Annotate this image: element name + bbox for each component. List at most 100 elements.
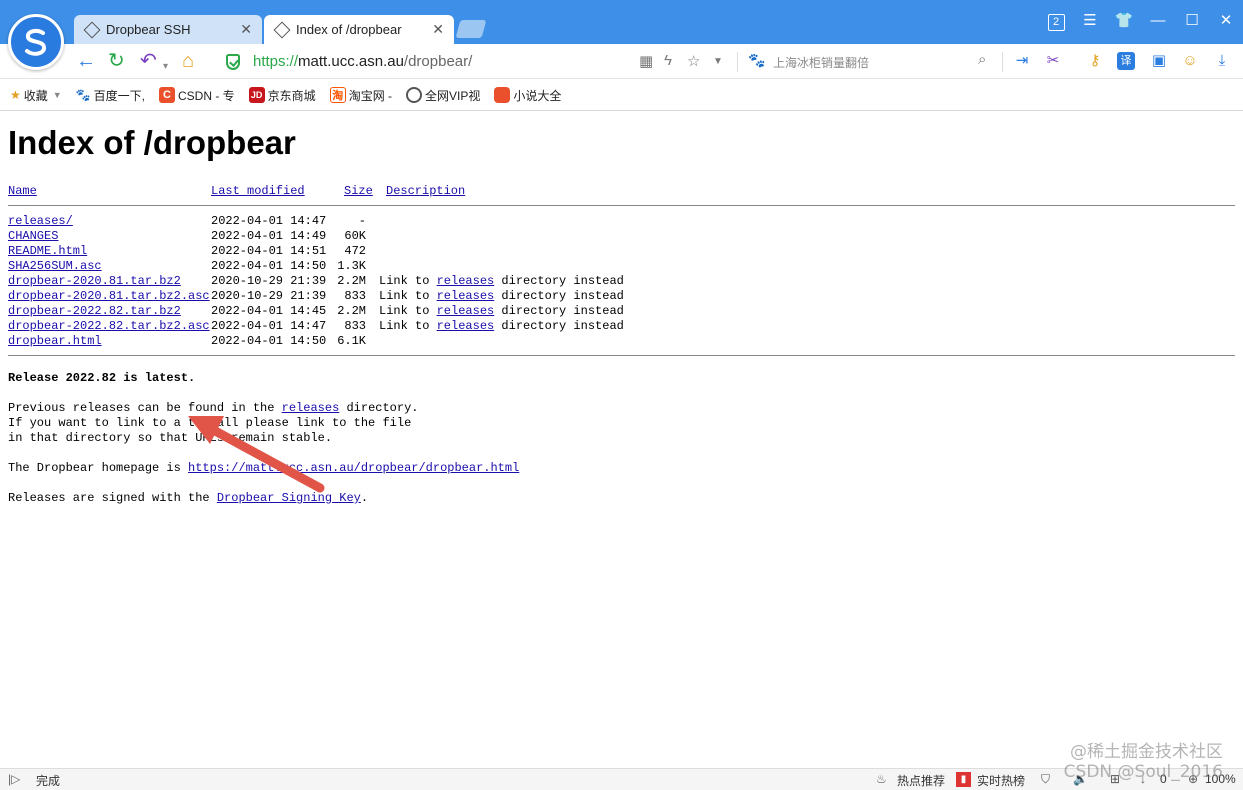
csdn-icon: C [159, 87, 175, 103]
last-modified-cell: 2022-04-01 14:50 [211, 334, 327, 348]
releases-link[interactable]: releases [437, 274, 495, 288]
annotation-arrow [188, 416, 325, 493]
file-link[interactable]: dropbear.html [8, 334, 102, 348]
qr-code-icon[interactable]: ▦ [639, 52, 653, 70]
site-favicon-icon [83, 21, 101, 38]
file-link[interactable]: dropbear-2022.82.tar.bz2 [8, 304, 181, 318]
size-cell: 2.2M [337, 274, 366, 288]
maximize-button[interactable]: ☐ [1175, 10, 1209, 32]
minimize-button[interactable]: — [1141, 10, 1175, 32]
play-icon [406, 87, 423, 103]
divider [737, 52, 738, 72]
file-link[interactable]: releases/ [8, 214, 73, 228]
download-icon[interactable]: ⤓ [1213, 52, 1231, 70]
bookmark-vip-video[interactable]: 全网VIP视 [406, 87, 480, 104]
undo-close-icon[interactable]: ↶ [140, 50, 157, 72]
last-modified-cell: 2020-10-29 21:39 [211, 274, 327, 288]
star-icon[interactable]: ☆ [687, 52, 700, 70]
watermark: @稀土掘金技术社区 CSDN @Soul_2016 [1063, 742, 1223, 782]
site-favicon-icon [273, 21, 291, 38]
tab-label: Index of /dropbear [296, 22, 402, 37]
column-header-size[interactable]: Size [344, 184, 373, 198]
window-controls: 2 ☰ 👕 — ☐ ✕ [1039, 10, 1243, 32]
tab-count-button[interactable]: 2 [1039, 10, 1073, 32]
latest-release-text: Release 2022.82 is latest. [8, 371, 196, 385]
releases-link[interactable]: releases [437, 304, 495, 318]
address-toolbar: ← ↻ ↶ ▾ ⌂ https://matt.ucc.asn.au/dropbe… [0, 44, 1243, 79]
secure-shield-icon[interactable] [226, 54, 240, 70]
chevron-down-icon[interactable]: ▾ [163, 56, 168, 78]
divider [1002, 52, 1003, 72]
back-arrow-icon[interactable]: ← [76, 50, 96, 72]
releases-link[interactable]: releases [437, 289, 495, 303]
jd-icon: JD [248, 87, 265, 103]
table-row: dropbear-2020.81.tar.bz2 2020-10-29 21:39… [0, 274, 700, 289]
translate-icon[interactable]: 译 [1117, 52, 1135, 70]
search-input[interactable]: 上海冰柜销量翻倍 [773, 54, 869, 71]
baidu-paw-icon: 🐾 [75, 88, 91, 102]
file-link[interactable]: dropbear-2020.81.tar.bz2.asc [8, 289, 210, 303]
description-cell: Link to releases directory instead [379, 304, 624, 318]
bookmarks-bar: ★ 收藏 ▼ 🐾 百度一下, C CSDN - 专 JD 京东商城 淘淘宝网 - 全网VI… [0, 80, 1243, 111]
refresh-icon[interactable]: ↻ [108, 50, 125, 72]
tab-dropbear-ssh[interactable]: Dropbear SSH ✕ [74, 15, 262, 44]
file-link[interactable]: SHA256SUM.asc [8, 259, 102, 273]
login-icon[interactable]: ⇥ [1013, 52, 1031, 70]
close-tab-icon[interactable]: ✕ [432, 21, 444, 38]
scissors-icon[interactable]: ✂ [1044, 52, 1062, 70]
table-row: README.html 2022-04-01 14:51 472 [0, 244, 700, 259]
column-header-last-modified[interactable]: Last modified [211, 184, 305, 198]
file-link[interactable]: dropbear-2020.81.tar.bz2 [8, 274, 181, 288]
file-link[interactable]: README.html [8, 244, 87, 258]
shield-icon[interactable]: ⛉ [1041, 772, 1050, 787]
key-icon[interactable]: ⚷ [1086, 52, 1104, 70]
new-tab-button[interactable] [455, 20, 487, 38]
home-icon[interactable]: ⌂ [182, 50, 194, 72]
size-cell: 2.2M [337, 304, 366, 318]
bookmark-baidu[interactable]: 🐾 百度一下, [76, 87, 145, 104]
emoji-icon[interactable]: ☺ [1181, 52, 1199, 70]
file-link[interactable]: CHANGES [8, 229, 58, 243]
chevron-down-icon[interactable]: ▼ [713, 56, 723, 67]
skin-icon[interactable]: 👕 [1107, 10, 1141, 32]
size-cell: 1.3K [337, 259, 366, 273]
lightning-icon[interactable]: ϟ [664, 52, 672, 69]
table-row: releases/2022-04-01 14:47 - [0, 214, 700, 229]
realtime-hot-link[interactable]: 实时热榜 [977, 772, 1025, 789]
description-cell: Link to releases directory instead [379, 274, 624, 288]
hot-recommend-link[interactable]: 热点推荐 [897, 772, 945, 789]
close-tab-icon[interactable]: ✕ [240, 21, 252, 38]
sidebar-toggle-icon[interactable]: |▷ [8, 772, 20, 786]
description-cell: Link to releases directory instead [379, 319, 624, 333]
tab-index-of-dropbear[interactable]: Index of /dropbear ✕ [264, 15, 454, 44]
close-window-button[interactable]: ✕ [1209, 10, 1243, 32]
table-row: dropbear-2020.81.tar.bz2.asc 2020-10-29 2… [0, 289, 700, 304]
bookmark-favorites[interactable]: ★ 收藏 ▼ [10, 87, 62, 104]
status-bar: |▷ 完成 ♨ 热点推荐 ▮ 实时热榜 ⛉ 🔈 ⊞ ↓ 0 ⊕ 100% [0, 768, 1243, 790]
bookmark-novels[interactable]: 小说大全 [494, 87, 561, 104]
menu-icon[interactable]: ☰ [1073, 10, 1107, 32]
releases-link[interactable]: releases [437, 319, 495, 333]
hot-icon[interactable]: ♨ [876, 772, 887, 786]
bookmark-taobao[interactable]: 淘淘宝网 - [329, 87, 392, 104]
taobao-icon: 淘 [329, 87, 346, 103]
table-row: dropbear-2022.82.tar.bz2.asc 2022-04-01 1… [0, 319, 700, 334]
search-icon[interactable]: ⌕ [978, 51, 986, 68]
column-header-name[interactable]: Name [8, 184, 37, 198]
file-link[interactable]: dropbear-2022.82.tar.bz2.asc [8, 319, 210, 333]
last-modified-cell: 2022-04-01 14:50 [211, 259, 327, 273]
last-modified-cell: 2022-04-01 14:51 [211, 244, 327, 258]
bookmark-jd[interactable]: JD 京东商城 [248, 87, 316, 104]
browser-logo-icon[interactable] [8, 14, 64, 70]
page-title: Index of /dropbear [8, 124, 296, 161]
last-modified-cell: 2020-10-29 21:39 [211, 289, 327, 303]
column-header-description[interactable]: Description [386, 184, 465, 198]
title-bar: Dropbear SSH ✕ Index of /dropbear ✕ 2 ☰ … [0, 0, 1243, 44]
description-cell: Link to releases directory instead [379, 289, 624, 303]
divider [8, 205, 1235, 206]
bookmark-csdn[interactable]: C CSDN - 专 [159, 87, 235, 104]
size-cell: 833 [344, 319, 366, 333]
address-bar[interactable]: https://matt.ucc.asn.au/dropbear/ [253, 53, 472, 70]
divider [8, 355, 1235, 356]
reader-icon[interactable]: ▣ [1150, 52, 1168, 70]
